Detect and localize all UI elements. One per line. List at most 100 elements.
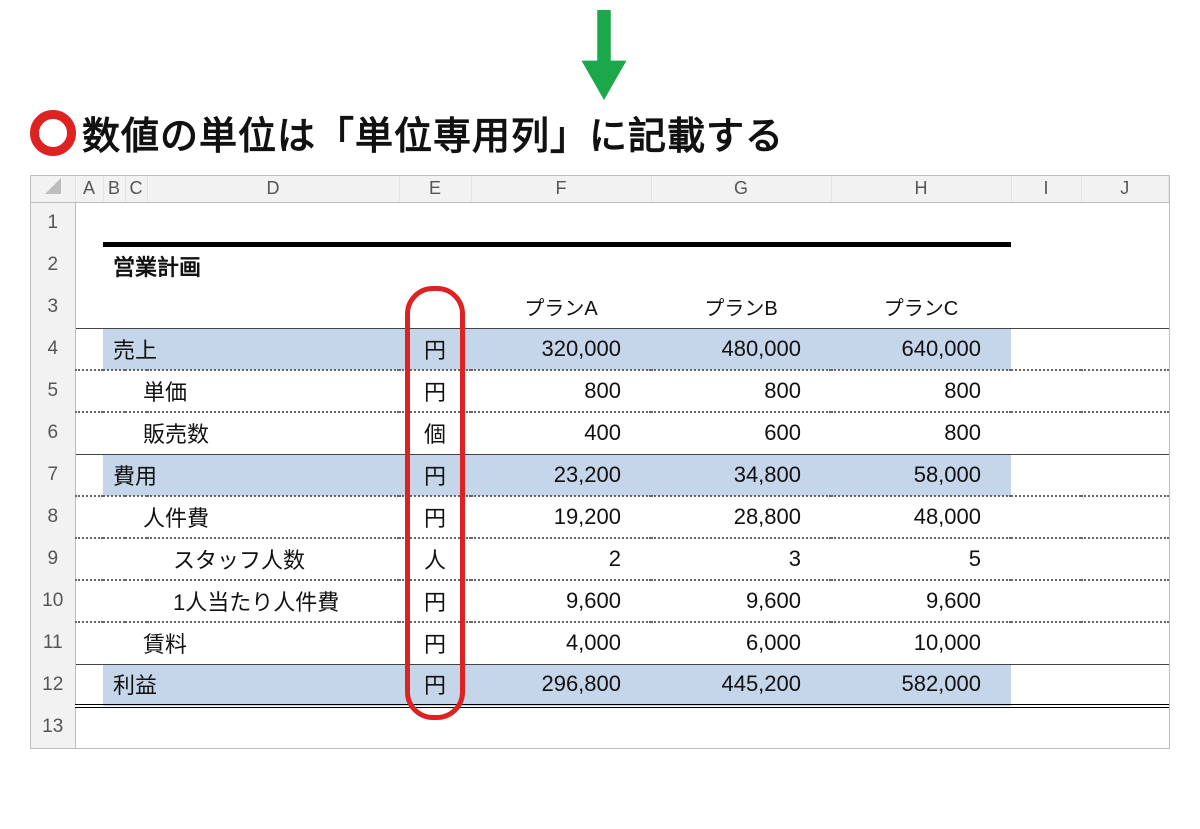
value-cell[interactable]: 48,000 xyxy=(831,496,1011,538)
row-label[interactable]: 賃料 xyxy=(103,622,399,664)
cell-A10[interactable] xyxy=(75,580,103,622)
cell-J8[interactable] xyxy=(1081,496,1169,538)
cell-A5[interactable] xyxy=(75,370,103,412)
col-header-H[interactable]: H xyxy=(831,176,1011,202)
col-header-J[interactable]: J xyxy=(1081,176,1169,202)
value-cell[interactable]: 19,200 xyxy=(471,496,651,538)
row-label[interactable]: 1人当たり人件費 xyxy=(103,580,399,622)
unit-cell[interactable]: 円 xyxy=(399,664,471,706)
unit-cell[interactable]: 円 xyxy=(399,496,471,538)
cell-I2[interactable] xyxy=(1011,244,1081,286)
cell-A6[interactable] xyxy=(75,412,103,454)
value-cell[interactable]: 800 xyxy=(471,370,651,412)
cell-B1-H1[interactable] xyxy=(103,202,1011,244)
cell-I7[interactable] xyxy=(1011,454,1081,496)
col-header-F[interactable]: F xyxy=(471,176,651,202)
value-cell[interactable]: 9,600 xyxy=(831,580,1011,622)
value-cell[interactable]: 480,000 xyxy=(651,328,831,370)
value-cell[interactable]: 445,200 xyxy=(651,664,831,706)
cell-J2[interactable] xyxy=(1081,244,1169,286)
col-header-B[interactable]: B xyxy=(103,176,125,202)
cell-title[interactable]: 営業計画 xyxy=(103,244,399,286)
value-cell[interactable]: 28,800 xyxy=(651,496,831,538)
cell-J12[interactable] xyxy=(1081,664,1169,706)
value-cell[interactable]: 3 xyxy=(651,538,831,580)
row-header-13[interactable]: 13 xyxy=(31,706,75,748)
unit-cell[interactable]: 円 xyxy=(399,454,471,496)
row-header-4[interactable]: 4 xyxy=(31,328,75,370)
cell-row13[interactable] xyxy=(75,706,1169,748)
cell-I3[interactable] xyxy=(1011,286,1081,328)
value-cell[interactable]: 600 xyxy=(651,412,831,454)
unit-cell[interactable]: 円 xyxy=(399,580,471,622)
cell-A4[interactable] xyxy=(75,328,103,370)
cell-F2[interactable] xyxy=(471,244,651,286)
cell-I12[interactable] xyxy=(1011,664,1081,706)
cell-A3[interactable] xyxy=(75,286,103,328)
value-cell[interactable]: 58,000 xyxy=(831,454,1011,496)
value-cell[interactable]: 296,800 xyxy=(471,664,651,706)
value-cell[interactable]: 6,000 xyxy=(651,622,831,664)
cell-J3[interactable] xyxy=(1081,286,1169,328)
value-cell[interactable]: 34,800 xyxy=(651,454,831,496)
cell-A1[interactable] xyxy=(75,202,103,244)
value-cell[interactable]: 800 xyxy=(831,412,1011,454)
value-cell[interactable]: 582,000 xyxy=(831,664,1011,706)
unit-cell[interactable]: 円 xyxy=(399,370,471,412)
row-label[interactable]: 人件費 xyxy=(103,496,399,538)
cell-A9[interactable] xyxy=(75,538,103,580)
cell-J6[interactable] xyxy=(1081,412,1169,454)
cell-I6[interactable] xyxy=(1011,412,1081,454)
value-cell[interactable]: 800 xyxy=(831,370,1011,412)
cell-I11[interactable] xyxy=(1011,622,1081,664)
cell-A8[interactable] xyxy=(75,496,103,538)
select-all-corner[interactable] xyxy=(31,176,75,202)
row-label[interactable]: 売上 xyxy=(103,328,399,370)
row-label[interactable]: スタッフ人数 xyxy=(103,538,399,580)
col-header-G[interactable]: G xyxy=(651,176,831,202)
value-cell[interactable]: 9,600 xyxy=(651,580,831,622)
cell-J1[interactable] xyxy=(1081,202,1169,244)
unit-cell[interactable]: 人 xyxy=(399,538,471,580)
cell-A7[interactable] xyxy=(75,454,103,496)
row-header-6[interactable]: 6 xyxy=(31,412,75,454)
value-cell[interactable]: 640,000 xyxy=(831,328,1011,370)
cell-J7[interactable] xyxy=(1081,454,1169,496)
unit-cell[interactable]: 円 xyxy=(399,328,471,370)
cell-I4[interactable] xyxy=(1011,328,1081,370)
cell-I10[interactable] xyxy=(1011,580,1081,622)
plan-a-header[interactable]: プランA xyxy=(471,286,651,328)
row-header-9[interactable]: 9 xyxy=(31,538,75,580)
col-header-E[interactable]: E xyxy=(399,176,471,202)
unit-cell[interactable]: 円 xyxy=(399,622,471,664)
row-header-8[interactable]: 8 xyxy=(31,496,75,538)
cell-G2[interactable] xyxy=(651,244,831,286)
row-label[interactable]: 利益 xyxy=(103,664,399,706)
cell-I8[interactable] xyxy=(1011,496,1081,538)
col-header-A[interactable]: A xyxy=(75,176,103,202)
cell-I1[interactable] xyxy=(1011,202,1081,244)
plan-c-header[interactable]: プランC xyxy=(831,286,1011,328)
col-header-C[interactable]: C xyxy=(125,176,147,202)
cell-J4[interactable] xyxy=(1081,328,1169,370)
value-cell[interactable]: 9,600 xyxy=(471,580,651,622)
row-header-10[interactable]: 10 xyxy=(31,580,75,622)
cell-E2[interactable] xyxy=(399,244,471,286)
unit-cell[interactable]: 個 xyxy=(399,412,471,454)
value-cell[interactable]: 4,000 xyxy=(471,622,651,664)
cell-H2[interactable] xyxy=(831,244,1011,286)
row-header-11[interactable]: 11 xyxy=(31,622,75,664)
cell-A11[interactable] xyxy=(75,622,103,664)
row-header-7[interactable]: 7 xyxy=(31,454,75,496)
cell-A12[interactable] xyxy=(75,664,103,706)
row-header-1[interactable]: 1 xyxy=(31,202,75,244)
cell-A2[interactable] xyxy=(75,244,103,286)
cell-E3[interactable] xyxy=(399,286,471,328)
value-cell[interactable]: 320,000 xyxy=(471,328,651,370)
col-header-D[interactable]: D xyxy=(147,176,399,202)
col-header-I[interactable]: I xyxy=(1011,176,1081,202)
cell-J10[interactable] xyxy=(1081,580,1169,622)
cell-J11[interactable] xyxy=(1081,622,1169,664)
value-cell[interactable]: 5 xyxy=(831,538,1011,580)
row-header-3[interactable]: 3 xyxy=(31,286,75,328)
